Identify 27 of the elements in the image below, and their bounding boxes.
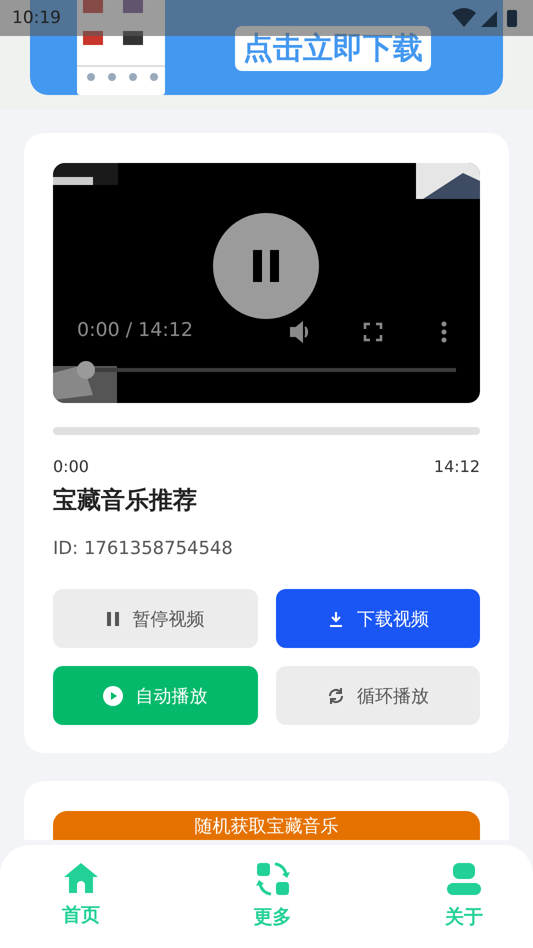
loop-button[interactable]: 循环播放 <box>276 666 480 725</box>
wifi-icon <box>452 8 476 27</box>
video-title: 宝藏音乐推荐 <box>53 485 198 516</box>
home-icon <box>63 862 99 894</box>
loop-icon <box>326 686 345 704</box>
person-icon <box>446 862 482 896</box>
video-player[interactable]: 0:00 / 14:12 <box>53 163 480 403</box>
fullscreen-icon[interactable] <box>361 320 385 344</box>
current-time: 0:00 <box>53 457 89 476</box>
random-music-button[interactable]: 随机获取宝藏音乐 <box>53 811 480 840</box>
download-button[interactable]: 下载视频 <box>276 589 480 648</box>
nav-tab[interactable]: 更多 <box>254 862 292 930</box>
play-icon <box>103 686 124 706</box>
nav-tab[interactable]: 关于 <box>445 862 483 930</box>
battery-icon <box>507 10 517 27</box>
play-button[interactable]: 自动播放 <box>53 666 258 725</box>
seek-thumb[interactable] <box>76 361 95 379</box>
signal-icon <box>481 11 497 27</box>
video-time: 0:00 / 14:12 <box>77 319 193 341</box>
pause-button[interactable]: 暂停视频 <box>53 589 258 648</box>
swap-icon <box>256 862 290 896</box>
nav-tab[interactable]: 首页 <box>62 862 100 928</box>
pause-icon <box>251 249 281 283</box>
video-id: ID: 1761358754548 <box>53 538 234 559</box>
download-now-label: 点击立即下载 <box>235 26 431 71</box>
pause-icon <box>106 610 120 626</box>
total-time: 14:12 <box>434 457 480 476</box>
